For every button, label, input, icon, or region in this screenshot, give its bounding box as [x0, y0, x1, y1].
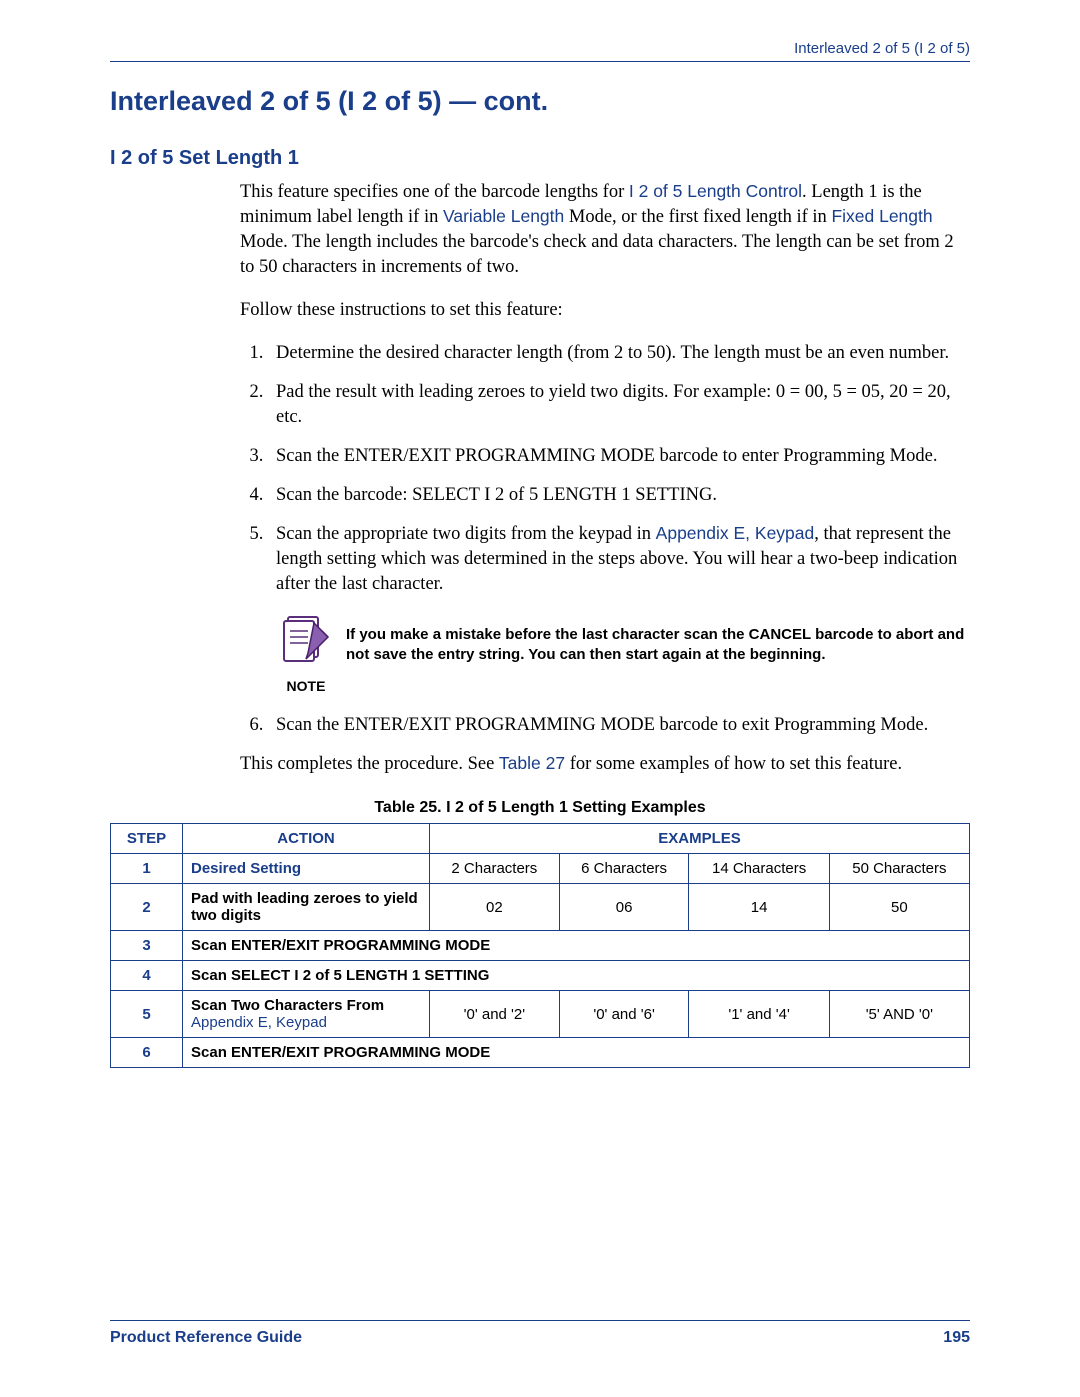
footer-row: Product Reference Guide 195	[110, 1329, 970, 1347]
td-example: 02	[430, 884, 560, 931]
footer-rule	[110, 1320, 970, 1321]
link-fixed-length[interactable]: Fixed Length	[831, 206, 932, 226]
td-example: 2 Characters	[430, 854, 560, 884]
action-text: Scan Two Characters From	[191, 997, 384, 1014]
td-example: '0' and '6'	[559, 991, 689, 1038]
table-row: 4 Scan SELECT I 2 of 5 LENGTH 1 SETTING	[111, 961, 970, 991]
step-item: Scan the ENTER/EXIT PROGRAMMING MODE bar…	[268, 713, 970, 738]
page-title: Interleaved 2 of 5 (I 2 of 5) — cont.	[110, 86, 970, 117]
td-example: '1' and '4'	[689, 991, 829, 1038]
step-text: Scan the appropriate two digits from the…	[276, 524, 656, 544]
table-row: 2 Pad with leading zeroes to yield two d…	[111, 884, 970, 931]
intro-text: Mode. The length includes the barcode's …	[240, 232, 954, 277]
page-footer: Product Reference Guide 195	[110, 1320, 970, 1347]
intro-text: Mode, or the first fixed length if in	[564, 207, 831, 227]
step-item: Scan the appropriate two digits from the…	[268, 522, 970, 597]
th-action: ACTION	[183, 824, 430, 854]
note-icon	[278, 611, 334, 667]
link-length-control[interactable]: I 2 of 5 Length Control	[629, 181, 802, 201]
td-example: 6 Characters	[559, 854, 689, 884]
link-table-ref[interactable]: Table 27	[499, 753, 565, 773]
link-appendix-keypad[interactable]: Appendix E, Keypad	[656, 523, 815, 543]
page: Interleaved 2 of 5 (I 2 of 5) Interleave…	[0, 0, 1080, 1397]
closing-text: This completes the procedure. See	[240, 754, 499, 774]
link-appendix-keypad[interactable]: Appendix E, Keypad	[191, 1014, 327, 1031]
td-step: 3	[111, 931, 183, 961]
intro-paragraph: This feature specifies one of the barcod…	[240, 180, 970, 280]
td-step: 6	[111, 1038, 183, 1068]
td-action: Scan Two Characters From Appendix E, Key…	[183, 991, 430, 1038]
step-item: Pad the result with leading zeroes to yi…	[268, 380, 970, 430]
table-header-row: STEP ACTION EXAMPLES	[111, 824, 970, 854]
step-item: Determine the desired character length (…	[268, 341, 970, 366]
intro-paragraphs: This feature specifies one of the barcod…	[240, 180, 970, 738]
note-block: NOTE If you make a mistake before the la…	[266, 611, 970, 696]
td-action: Scan ENTER/EXIT PROGRAMMING MODE	[183, 1038, 970, 1068]
steps-list: Determine the desired character length (…	[240, 341, 970, 597]
header-rule	[110, 61, 970, 62]
td-example: 50 Characters	[829, 854, 969, 884]
section-heading: I 2 of 5 Set Length 1	[110, 147, 970, 170]
td-action: Scan ENTER/EXIT PROGRAMMING MODE	[183, 931, 970, 961]
td-step: 1	[111, 854, 183, 884]
table-row: 1 Desired Setting 2 Characters 6 Charact…	[111, 854, 970, 884]
intro-text: This feature specifies one of the barcod…	[240, 182, 629, 202]
step-item: Scan the barcode: SELECT I 2 of 5 LENGTH…	[268, 483, 970, 508]
closing-paragraph: This completes the procedure. See Table …	[240, 752, 970, 777]
steps-list-continued: Scan the ENTER/EXIT PROGRAMMING MODE bar…	[240, 713, 970, 738]
td-action: Desired Setting	[183, 854, 430, 884]
note-icon-wrap: NOTE	[266, 611, 346, 696]
td-example: 14 Characters	[689, 854, 829, 884]
td-example: '5' AND '0'	[829, 991, 969, 1038]
td-step: 4	[111, 961, 183, 991]
table-row: 5 Scan Two Characters From Appendix E, K…	[111, 991, 970, 1038]
td-step: 5	[111, 991, 183, 1038]
td-action: Scan SELECT I 2 of 5 LENGTH 1 SETTING	[183, 961, 970, 991]
closing-text: for some examples of how to set this fea…	[565, 754, 902, 774]
page-number: 195	[943, 1329, 970, 1347]
follow-text: Follow these instructions to set this fe…	[240, 298, 970, 323]
step-item: Scan the ENTER/EXIT PROGRAMMING MODE bar…	[268, 444, 970, 469]
th-step: STEP	[111, 824, 183, 854]
td-step: 2	[111, 884, 183, 931]
td-example: 06	[559, 884, 689, 931]
note-label: NOTE	[266, 677, 346, 696]
link-variable-length[interactable]: Variable Length	[443, 206, 564, 226]
footer-doc-title: Product Reference Guide	[110, 1329, 302, 1347]
td-example: 50	[829, 884, 969, 931]
table-caption: Table 25. I 2 of 5 Length 1 Setting Exam…	[110, 799, 970, 817]
running-head: Interleaved 2 of 5 (I 2 of 5)	[110, 40, 970, 57]
td-action: Pad with leading zeroes to yield two dig…	[183, 884, 430, 931]
table-row: 3 Scan ENTER/EXIT PROGRAMMING MODE	[111, 931, 970, 961]
td-example: 14	[689, 884, 829, 931]
td-example: '0' and '2'	[430, 991, 560, 1038]
examples-table: STEP ACTION EXAMPLES 1 Desired Setting 2…	[110, 823, 970, 1068]
th-examples: EXAMPLES	[430, 824, 970, 854]
table-row: 6 Scan ENTER/EXIT PROGRAMMING MODE	[111, 1038, 970, 1068]
note-text: If you make a mistake before the last ch…	[346, 611, 970, 666]
